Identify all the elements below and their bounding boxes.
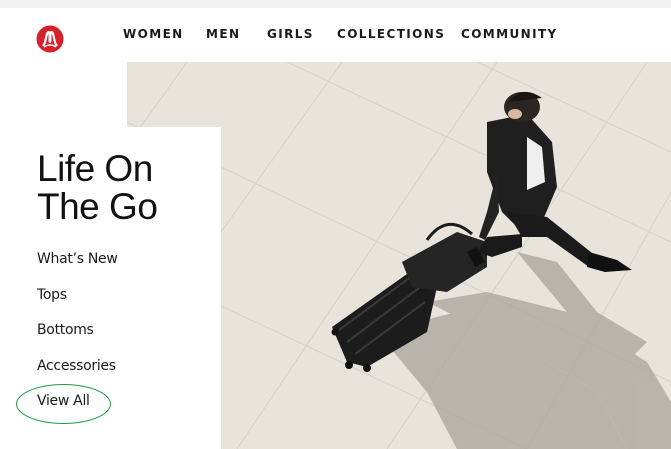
lululemon-logo-icon[interactable]	[36, 25, 64, 53]
nav-girls[interactable]: GIRLS	[267, 27, 314, 41]
top-strip	[0, 0, 671, 8]
view-all-highlight-ring	[16, 384, 111, 424]
page-title-line-1: Life On	[37, 148, 153, 189]
nav-women[interactable]: WOMEN	[123, 27, 184, 41]
link-tops[interactable]: Tops	[37, 287, 67, 303]
page-title-line-2: The Go	[37, 186, 158, 227]
link-accessories[interactable]: Accessories	[37, 358, 116, 374]
link-bottoms[interactable]: Bottoms	[37, 322, 94, 338]
nav-collections[interactable]: COLLECTIONS	[337, 27, 445, 41]
link-whats-new[interactable]: What’s New	[37, 251, 118, 267]
nav-men[interactable]: MEN	[206, 27, 240, 41]
nav-community[interactable]: COMMUNITY	[461, 27, 558, 41]
page-title: Life On The Go	[37, 148, 158, 227]
